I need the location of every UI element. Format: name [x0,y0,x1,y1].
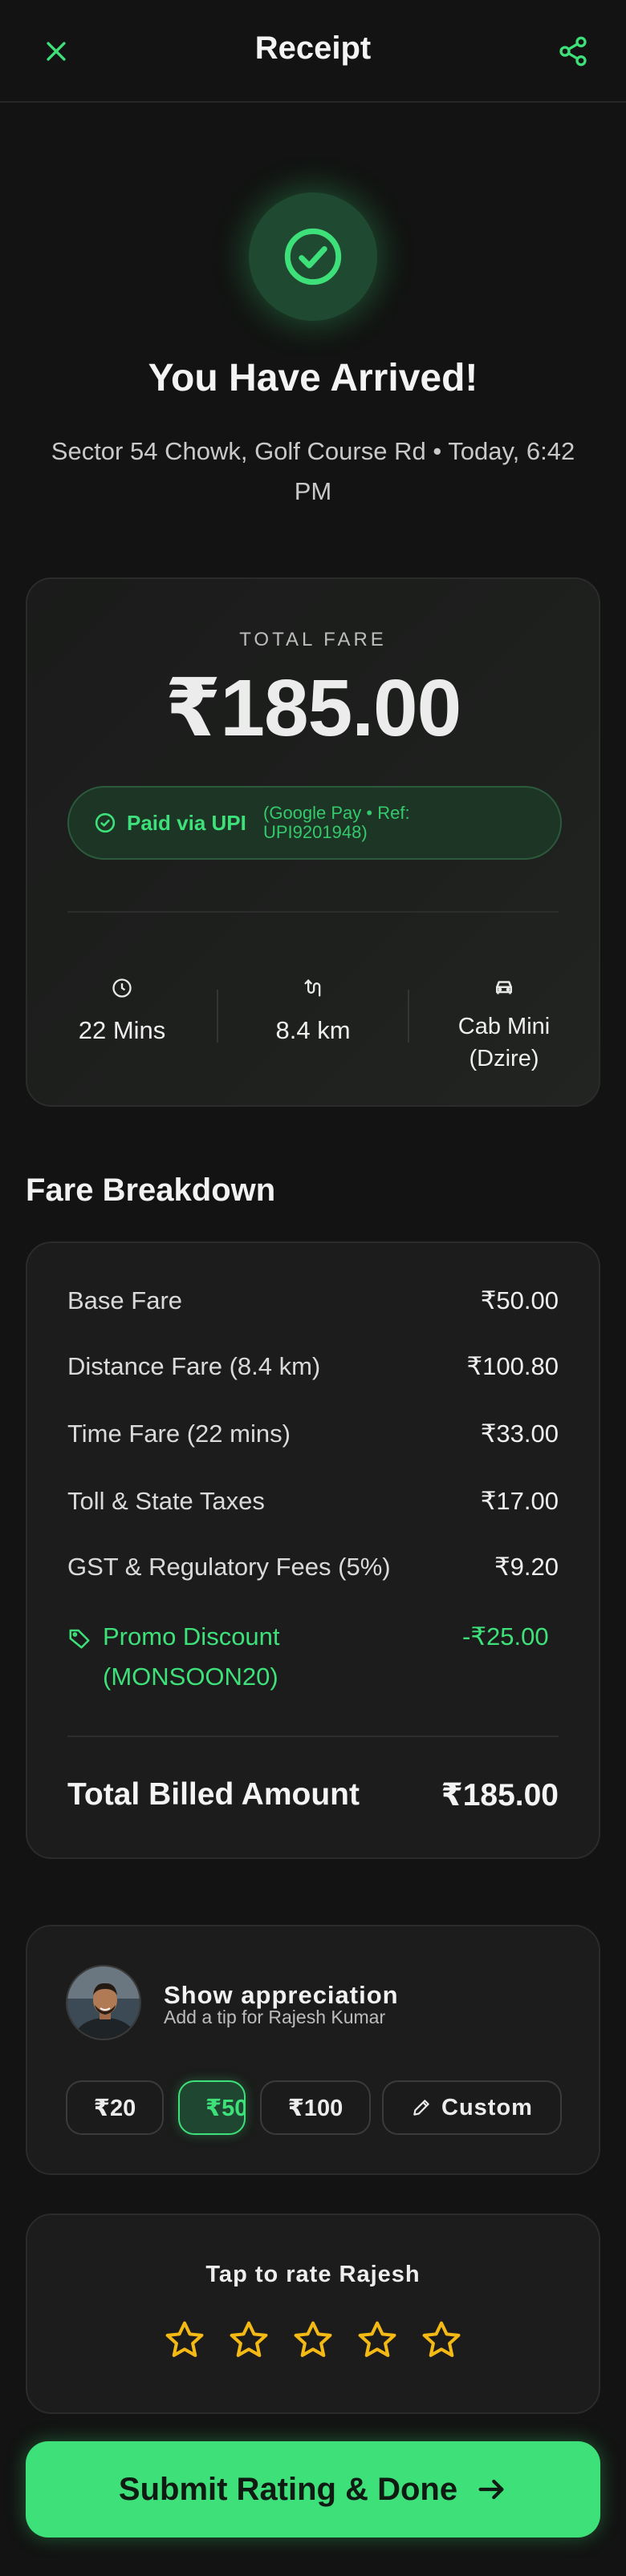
breakdown-row: GST & Regulatory Fees (5%) ₹9.20 [67,1553,559,1582]
star-icon [294,2321,332,2357]
tip-subtitle: Add a tip for Rajesh Kumar [164,2007,386,2027]
breakdown-value: ₹17.00 [480,1487,559,1515]
breakdown-value: ₹50.00 [480,1286,559,1314]
star-icon [165,2321,204,2357]
rating-title: Tap to rate Rajesh [205,2262,421,2287]
driver-avatar [66,1965,141,2040]
share-button[interactable] [549,27,597,75]
promo-value: -₹25.00 [462,1622,549,1651]
breakdown-label: Base Fare [67,1286,183,1314]
submit-rating-button[interactable]: Submit Rating & Done [26,2441,600,2538]
tip-title: Show appreciation [164,1981,399,2009]
breakdown-label: Toll & State Taxes [67,1487,265,1515]
breakdown-row: Distance Fare (8.4 km) ₹100.80 [67,1352,559,1381]
star-icon [358,2321,396,2357]
breakdown-label: Distance Fare (8.4 km) [67,1352,321,1380]
tip-card: Show appreciation Add a tip for Rajesh K… [26,1925,600,2175]
stat-vehicle: Cab Mini (Dzire) [409,972,599,1076]
submit-label: Submit Rating & Done [118,2471,458,2507]
star-icon [230,2321,268,2357]
breakdown-row: Toll & State Taxes ₹17.00 [67,1487,559,1516]
divider [67,911,559,913]
total-billed-row: Total Billed Amount ₹185.00 [67,1777,559,1813]
star-rating [27,2318,599,2363]
page-title: Receipt [254,30,372,66]
stat-duration: 22 Mins [27,972,217,1076]
tag-icon [69,1629,90,1649]
breakdown-row: Base Fare ₹50.00 [67,1286,559,1315]
total-billed-label: Total Billed Amount [67,1777,360,1812]
success-badge [249,192,377,321]
breakdown-value: ₹33.00 [480,1420,559,1448]
pencil-icon [413,2100,429,2116]
tip-option-100[interactable]: ₹100 [260,2080,371,2135]
arrival-title: You Have Arrived! [148,357,478,399]
tip-option-50-selected[interactable]: ₹50 [178,2080,246,2135]
breakdown-label: Time Fare (22 mins) [67,1420,291,1448]
fare-breakdown-card: Base Fare ₹50.00 Distance Fare (8.4 km) … [26,1241,600,1859]
fare-summary-card: TOTAL FARE ₹185.00 Paid via UPI (Google … [26,577,600,1107]
rating-card: Tap to rate Rajesh [26,2213,600,2414]
star-4-button[interactable] [355,2318,400,2363]
divider [67,1736,559,1737]
top-bar: Receipt [0,0,626,103]
star-3-button[interactable] [291,2318,335,2363]
total-fare-amount: ₹185.00 [165,663,461,753]
payment-status-badge: Paid via UPI (Google Pay • Ref: UPI92019… [67,786,562,860]
tip-option-20[interactable]: ₹20 [66,2080,164,2135]
breakdown-label: GST & Regulatory Fees (5%) [67,1553,391,1581]
arrow-right-icon [478,2479,504,2500]
payment-status-label: Paid via UPI [127,811,246,835]
star-1-button[interactable] [162,2318,207,2363]
stat-value: Cab Mini (Dzire) [457,1014,551,1071]
promo-label: Promo Discount (MONSOON20) [103,1622,280,1691]
star-icon [422,2321,461,2357]
car-icon [496,981,512,994]
trip-stats: 22 Mins 8.4 km Cab Mini (Dzire) [27,972,599,1076]
tip-custom-button[interactable]: Custom [382,2080,562,2135]
stat-value: 22 Mins [78,1016,166,1044]
tip-custom-label: Custom [441,2094,533,2120]
check-circle-icon [95,812,116,833]
star-5-button[interactable] [419,2318,464,2363]
stat-distance: 8.4 km [218,972,408,1076]
total-fare-label: TOTAL FARE [239,629,387,650]
breakdown-value: ₹100.80 [466,1352,559,1380]
payment-reference: (Google Pay • Ref: UPI9201948) [263,803,410,842]
breakdown-row: Time Fare (22 mins) ₹33.00 [67,1420,559,1448]
fare-breakdown-title: Fare Breakdown [26,1173,276,1208]
clock-icon [112,978,132,998]
total-billed-value: ₹185.00 [441,1778,559,1813]
star-2-button[interactable] [226,2318,271,2363]
breakdown-value: ₹9.20 [494,1553,559,1581]
stat-value: 8.4 km [275,1016,351,1044]
trip-location-time: Sector 54 Chowk, Golf Course Rd • Today,… [51,437,575,505]
route-icon [304,979,321,997]
promo-discount-row: Promo Discount (MONSOON20) -₹25.00 [67,1617,559,1697]
share-icon [559,36,587,67]
check-circle-icon [284,228,342,286]
